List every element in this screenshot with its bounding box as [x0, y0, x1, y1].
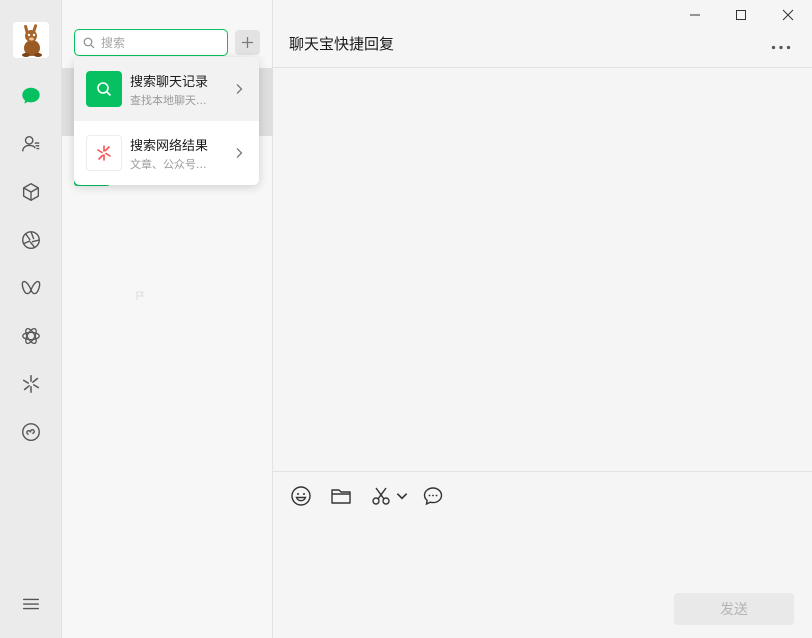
- search-chat-history-icon: [86, 71, 122, 107]
- search-web-results-subtitle: 文章、公众号...: [130, 158, 207, 171]
- flag-icon: [135, 290, 145, 300]
- chevron-down-icon: [396, 493, 408, 500]
- maximize-icon: [736, 10, 746, 20]
- contacts-icon[interactable]: [19, 132, 43, 156]
- nav-rail: [0, 0, 62, 638]
- chat-panel: 聊天宝快捷回复 发送: [273, 0, 812, 638]
- search-input[interactable]: [101, 31, 221, 54]
- menu-icon[interactable]: [19, 592, 43, 616]
- search-chat-history-subtitle: 查找本地聊天...: [130, 94, 207, 107]
- search-chat-history-item[interactable]: 搜索聊天记录 查找本地聊天...: [74, 57, 259, 121]
- favorites-icon[interactable]: [19, 180, 43, 204]
- search-box[interactable]: [74, 29, 228, 56]
- send-button[interactable]: 发送: [674, 593, 794, 625]
- screenshot-button[interactable]: [369, 484, 393, 508]
- maximize-button[interactable]: [729, 4, 753, 26]
- emoji-button[interactable]: [289, 484, 313, 508]
- more-button[interactable]: [769, 40, 793, 54]
- message-input-area[interactable]: 发送: [273, 471, 812, 638]
- add-button[interactable]: [235, 30, 260, 55]
- close-icon: [782, 9, 794, 21]
- mini-programs-icon[interactable]: [19, 420, 43, 444]
- search-web-results-item[interactable]: 搜索网络结果 文章、公众号...: [74, 121, 259, 185]
- chevron-right-icon: [236, 148, 243, 158]
- folder-button[interactable]: [329, 484, 353, 508]
- screenshot-options-button[interactable]: [395, 484, 409, 508]
- discover-icon[interactable]: [19, 372, 43, 396]
- minimize-button[interactable]: [683, 4, 707, 26]
- moments-icon[interactable]: [19, 228, 43, 252]
- search-web-results-icon: [86, 135, 122, 171]
- search-chat-history-title: 搜索聊天记录: [130, 75, 209, 90]
- chat-header: 聊天宝快捷回复: [273, 0, 812, 68]
- more-icon: [771, 45, 791, 49]
- emoji-icon: [291, 486, 311, 506]
- chat-icon[interactable]: [19, 84, 43, 108]
- folder-icon: [331, 489, 351, 504]
- chat-history-icon: [423, 487, 443, 506]
- search-network-icon[interactable]: [19, 324, 43, 348]
- search-web-results-title: 搜索网络结果: [130, 139, 209, 154]
- scissors-icon: [372, 487, 390, 505]
- channels-icon[interactable]: [19, 276, 43, 300]
- chat-title: 聊天宝快捷回复: [289, 35, 395, 53]
- search-icon: [83, 37, 95, 48]
- avatar[interactable]: [13, 22, 49, 58]
- search-dropdown: 搜索聊天记录 查找本地聊天... 搜索网络结果 文章、公众号...: [74, 57, 259, 185]
- plus-icon: [242, 37, 253, 48]
- avatar-image: [13, 22, 49, 58]
- chat-history-button[interactable]: [421, 484, 445, 508]
- chevron-right-icon: [236, 84, 243, 94]
- close-button[interactable]: [776, 4, 800, 26]
- minimize-icon: [690, 14, 700, 16]
